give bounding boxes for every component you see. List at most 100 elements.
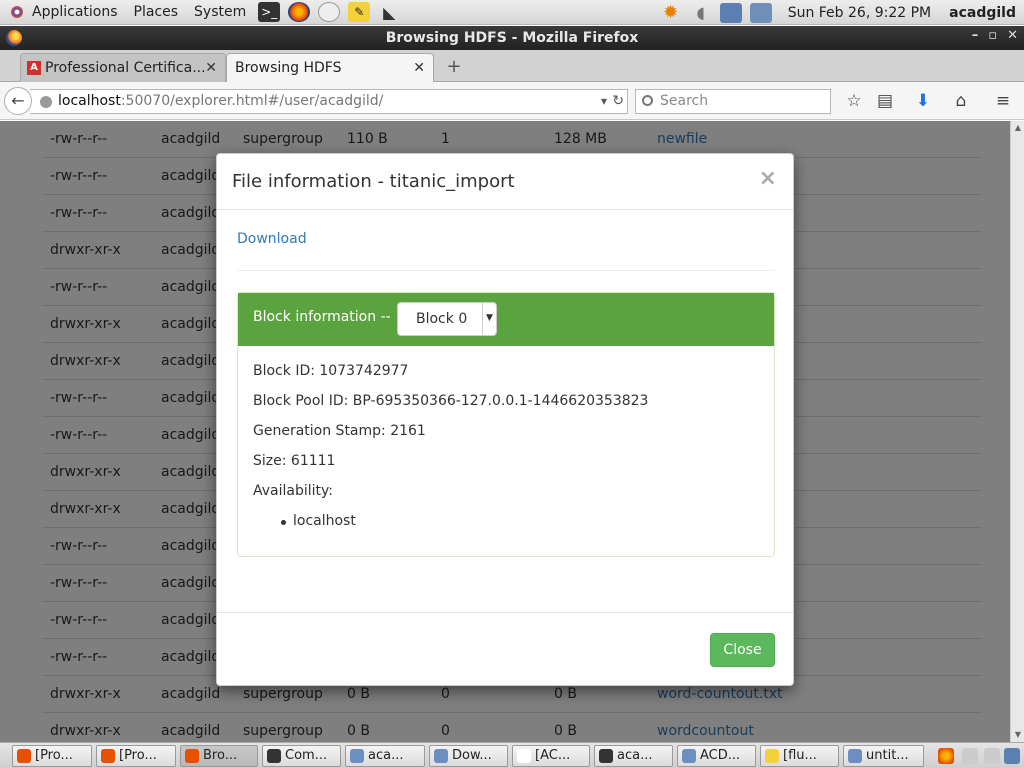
- block-select[interactable]: Block 0 ▼: [397, 302, 497, 336]
- places-menu[interactable]: Places: [126, 0, 187, 25]
- tab-close-icon[interactable]: ✕: [205, 60, 217, 76]
- taskbar-app-icon: [848, 749, 862, 763]
- network-secondary-icon[interactable]: [749, 2, 772, 23]
- taskbar-item[interactable]: [Pro...: [12, 745, 92, 767]
- places-menu-label: Places: [133, 4, 179, 20]
- new-tab-icon[interactable]: +: [444, 57, 464, 77]
- taskbar-item-label: [flu...: [783, 748, 817, 763]
- window-titlebar[interactable]: Browsing HDFS - Mozilla Firefox – ▫ ✕: [0, 26, 1024, 50]
- tab-label: Professional Certifica...: [45, 60, 205, 76]
- taskbar-item[interactable]: ACD...: [677, 745, 756, 767]
- navigation-toolbar: localhost:50070/explorer.html#/user/acad…: [0, 82, 1024, 120]
- close-button[interactable]: Close: [710, 633, 775, 667]
- update-notifier-icon[interactable]: ✹: [660, 2, 682, 23]
- url-bar[interactable]: localhost:50070/explorer.html#/user/acad…: [30, 89, 628, 114]
- close-window-icon[interactable]: ✕: [1007, 28, 1018, 43]
- tab-professional-certification[interactable]: A Professional Certifica... ✕: [20, 53, 226, 82]
- taskbar-item[interactable]: Bro...: [180, 745, 258, 767]
- tab-label: Browsing HDFS: [235, 60, 342, 76]
- notes-launcher-icon[interactable]: ✎: [348, 2, 371, 22]
- taskbar-app-icon: [434, 749, 448, 763]
- panel-user[interactable]: acadgild: [949, 5, 1024, 21]
- chevron-down-icon[interactable]: ▼: [482, 303, 496, 335]
- mail-launcher-icon[interactable]: [318, 2, 341, 22]
- block-select-value: Block 0: [416, 311, 468, 327]
- taskbar-item-label: ACD...: [700, 748, 741, 763]
- block-size: Size: 61111: [253, 453, 336, 469]
- block-pool-id: Block Pool ID: BP-695350366-127.0.0.1-14…: [253, 393, 649, 409]
- applications-menu-label: Applications: [32, 4, 118, 20]
- search-placeholder: Search: [660, 93, 709, 109]
- reload-icon[interactable]: ↻: [612, 90, 624, 113]
- modal-close-icon[interactable]: ×: [759, 166, 777, 191]
- taskbar-item-label: Bro...: [203, 748, 238, 763]
- taskbar-item[interactable]: [flu...: [760, 745, 839, 767]
- taskbar-item-label: aca...: [368, 748, 404, 763]
- taskbar-app-icon: [350, 749, 364, 763]
- url-host: localhost: [58, 93, 121, 109]
- tray-blank-icon[interactable]: [962, 748, 978, 764]
- back-button-icon[interactable]: ←: [4, 87, 32, 115]
- taskbar-item[interactable]: Com...: [262, 745, 341, 767]
- menu-hamburger-icon[interactable]: ≡: [992, 90, 1014, 112]
- taskbar: [Pro... [Pro... Bro... Com... aca... Dow... [A…: [0, 742, 1024, 768]
- home-icon[interactable]: ⌂: [950, 90, 972, 112]
- availability-host: localhost: [293, 513, 356, 529]
- block-info-label: Block information --: [253, 309, 391, 325]
- taskbar-item-label: untit...: [866, 748, 909, 763]
- firefox-window-icon[interactable]: [6, 30, 22, 46]
- taskbar-item[interactable]: untit...: [843, 745, 924, 767]
- taskbar-app-icon: [765, 749, 779, 763]
- panel-clock[interactable]: Sun Feb 26, 9:22 PM: [776, 5, 949, 21]
- taskbar-item[interactable]: aca...: [345, 745, 425, 767]
- minimize-icon[interactable]: –: [972, 28, 979, 43]
- taskbar-app-icon: [517, 749, 531, 763]
- tab-browsing-hdfs[interactable]: Browsing HDFS ✕: [226, 53, 434, 82]
- scroll-down-icon[interactable]: ▼: [1013, 730, 1023, 740]
- generation-stamp: Generation Stamp: 2161: [253, 423, 426, 439]
- taskbar-app-icon: [599, 749, 613, 763]
- taskbar-app-icon: [101, 749, 115, 763]
- block-info-heading: Block information -- Block 0 ▼: [238, 293, 774, 346]
- scroll-up-icon[interactable]: ▲: [1013, 123, 1023, 133]
- taskbar-item[interactable]: [AC...: [512, 745, 590, 767]
- downloads-icon[interactable]: ⬇: [912, 90, 934, 112]
- system-menu[interactable]: System: [186, 0, 254, 25]
- firefox-tray-icon[interactable]: [938, 748, 954, 764]
- taskbar-app-icon: [682, 749, 696, 763]
- taskbar-item[interactable]: aca...: [594, 745, 673, 767]
- taskbar-item-label: aca...: [617, 748, 653, 763]
- modal-title: File information - titanic_import: [232, 171, 515, 192]
- gnome-foot-icon: [8, 3, 26, 21]
- search-input[interactable]: Search: [635, 89, 831, 114]
- url-history-dropdown-icon[interactable]: ▾: [601, 90, 607, 113]
- download-link[interactable]: Download: [237, 231, 307, 247]
- taskbar-app-icon: [17, 749, 31, 763]
- reading-list-icon[interactable]: ▤: [874, 90, 896, 112]
- taskbar-item[interactable]: [Pro...: [96, 745, 176, 767]
- applications-menu[interactable]: Applications: [0, 0, 126, 25]
- terminal-launcher-icon[interactable]: >_: [258, 2, 281, 22]
- taskbar-item-label: Com...: [285, 748, 328, 763]
- network-icon[interactable]: [719, 2, 742, 23]
- tab-strip: A Professional Certifica... ✕ Browsing H…: [0, 50, 1024, 82]
- acadgild-favicon-icon: A: [27, 61, 41, 75]
- site-info-icon[interactable]: [40, 96, 52, 108]
- page-scrollbar[interactable]: ▲ ▼: [1010, 121, 1024, 742]
- taskbar-item-label: [Pro...: [119, 748, 157, 763]
- tab-close-icon[interactable]: ✕: [413, 60, 425, 76]
- file-info-modal: File information - titanic_import × Down…: [216, 153, 794, 686]
- firefox-launcher-icon[interactable]: [288, 2, 311, 22]
- window-title: Browsing HDFS - Mozilla Firefox: [385, 30, 639, 46]
- taskbar-item[interactable]: Dow...: [429, 745, 508, 767]
- dolphin-launcher-icon[interactable]: ◣: [378, 2, 400, 22]
- tray-blank-icon[interactable]: [984, 748, 1000, 764]
- desktop-icon[interactable]: [1004, 748, 1020, 764]
- block-info-panel: Block information -- Block 0 ▼ Block ID:…: [237, 292, 775, 557]
- modal-header: File information - titanic_import ×: [217, 154, 793, 210]
- volume-icon[interactable]: ◖: [690, 3, 712, 23]
- taskbar-item-label: [AC...: [535, 748, 571, 763]
- system-menu-label: System: [194, 4, 247, 20]
- maximize-icon[interactable]: ▫: [988, 28, 997, 43]
- bookmark-star-icon[interactable]: ☆: [843, 90, 865, 112]
